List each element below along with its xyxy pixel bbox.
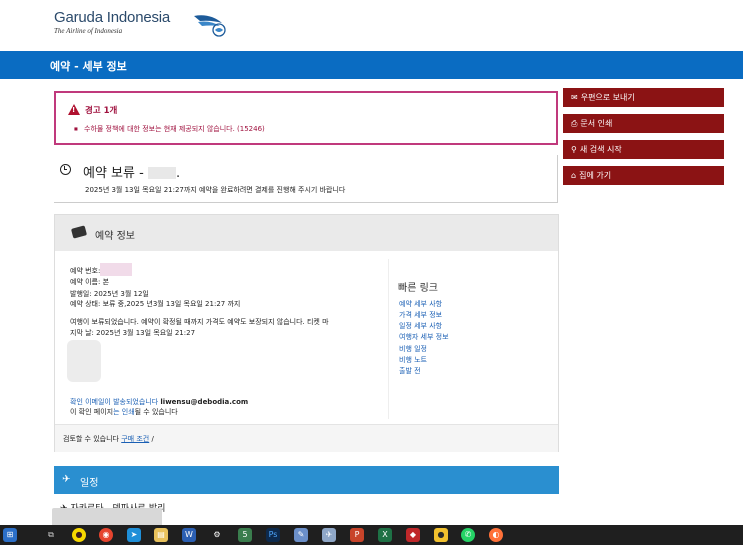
booking-info-header: 예약 정보 xyxy=(55,215,558,251)
app-icon[interactable]: ◆ xyxy=(406,528,420,542)
task-view-icon[interactable]: ⧉ xyxy=(44,528,58,542)
issue-date: 발행일: 2025년 3월 12일 xyxy=(70,290,149,298)
file-explorer-icon[interactable]: ▤ xyxy=(154,528,168,542)
app-icon[interactable]: ● xyxy=(434,528,448,542)
print-link[interactable]: 는 인쇄 xyxy=(113,408,135,416)
warning-icon xyxy=(68,104,80,115)
airplane-icon: ✈ xyxy=(62,474,71,485)
print-confirmation: 이 확인 페이지는 인쇄될 수 있습니다 xyxy=(70,407,178,417)
notepad-icon[interactable]: ✎ xyxy=(294,528,308,542)
print-line-suffix: 될 수 있습니다 xyxy=(134,408,178,416)
go-home-label: 집에 가기 xyxy=(579,171,612,180)
quick-link-flight-notes[interactable]: 비행 노트 xyxy=(399,355,427,365)
send-by-mail-button[interactable]: ✉ 우편으로 보내기 xyxy=(563,88,724,107)
ticket-icon xyxy=(70,225,88,239)
word-icon[interactable]: W xyxy=(182,528,196,542)
quick-links-divider xyxy=(388,259,389,419)
alert-title-text: 경고 1개 xyxy=(85,106,118,116)
send-by-mail-label: 우편으로 보내기 xyxy=(580,93,635,102)
search-icon: ⚲ xyxy=(571,145,577,154)
app-icon[interactable]: 5 xyxy=(238,528,252,542)
booking-info-panel: 예약 정보 예약 번호: 예약 이름: 본 발행일: 2025년 3월 12일 … xyxy=(54,214,559,452)
print-document-label: 문서 인쇄 xyxy=(580,119,613,128)
windows-taskbar: ⊞ ⧉ ● ◉ ➤ ▤ W ⚙ 5 Ps ✎ ✈ P X ◆ ● ✆ ◐ xyxy=(0,525,743,545)
airline-logo[interactable]: Garuda Indonesia The Airline of Indonesi… xyxy=(54,9,226,37)
quick-link-traveler-details[interactable]: 여행자 세부 정보 xyxy=(399,332,449,342)
email-confirmation: 확인 이메일이 발송되었습니다 liwensu@debodia.com xyxy=(70,397,248,407)
quick-link-booking-details[interactable]: 예약 세부 사항 xyxy=(399,299,442,309)
app-icon[interactable]: ➤ xyxy=(127,528,141,542)
email-address: liwensu@debodia.com xyxy=(160,398,249,406)
email-confirmation-link[interactable]: 확인 이메일이 발송되었습니다 xyxy=(70,398,158,406)
chrome-icon[interactable]: ◉ xyxy=(99,528,113,542)
redacted-booking-number xyxy=(100,263,133,276)
quick-links-title: 빠른 링크 xyxy=(398,283,438,294)
clock-icon xyxy=(60,164,71,175)
app-icon[interactable]: ✈ xyxy=(322,528,336,542)
powerpoint-icon[interactable]: P xyxy=(350,528,364,542)
quick-link-before-departure[interactable]: 출발 전 xyxy=(399,366,421,376)
booking-status-section: 예약 보류 - . 2025년 3월 13일 목요일 21:27까지 예약을 완… xyxy=(54,155,558,203)
home-icon: ⌂ xyxy=(571,171,577,180)
booking-number: 예약 번호: xyxy=(70,263,133,276)
quick-link-price-details[interactable]: 가격 세부 정보 xyxy=(399,310,442,320)
booking-info-header-text: 예약 정보 xyxy=(95,231,135,242)
booking-name: 예약 이름: 본 xyxy=(70,278,110,286)
alert-message: 수하물 정책에 대한 정보는 현재 제공되지 않습니다. (15246) xyxy=(74,124,265,134)
redacted-passenger-image xyxy=(67,340,101,382)
hold-notice-line-1: 여행이 보류되었습니다. 예약이 확정될 때까지 가격도 예약도 보장되지 않습… xyxy=(70,318,329,326)
print-document-button[interactable]: ⎙ 문서 인쇄 xyxy=(563,114,724,133)
terms-prefix: 검토할 수 있습니다 xyxy=(63,435,119,443)
whatsapp-icon[interactable]: ✆ xyxy=(461,528,475,542)
firefox-icon[interactable]: ◐ xyxy=(489,528,503,542)
envelope-icon: ✉ xyxy=(571,93,578,102)
new-search-label: 새 검색 시작 xyxy=(579,145,622,154)
quick-link-itinerary-details[interactable]: 일정 세부 사항 xyxy=(399,321,442,331)
alert-title: 경고 1개 xyxy=(68,104,117,116)
page-title: 예약 - 세부 정보 xyxy=(50,60,127,73)
booking-number-label: 예약 번호: xyxy=(70,267,101,275)
start-icon[interactable]: ⊞ xyxy=(3,528,17,542)
booking-status-title-text: 예약 보류 - xyxy=(83,166,144,181)
redacted-booking-code xyxy=(147,167,176,179)
hold-notice-line-2: 지막 날: 2025년 3월 13일 목요일 21:27 xyxy=(70,329,196,337)
settings-icon[interactable]: ⚙ xyxy=(210,528,224,542)
booking-status-title: 예약 보류 - . xyxy=(83,162,180,181)
itinerary-header[interactable]: ✈ 일정 xyxy=(54,466,559,494)
booking-state: 예약 상태: 보류 중,2025 년3월 13일 목요일 21:27 까지 xyxy=(70,300,241,308)
booking-status-note: 2025년 3월 13일 목요일 21:27까지 예약을 완료하려면 결제를 진… xyxy=(85,186,346,194)
logo-tagline: The Airline of Indonesia xyxy=(54,27,123,35)
printer-icon: ⎙ xyxy=(571,119,578,128)
excel-icon[interactable]: X xyxy=(378,528,392,542)
go-home-button[interactable]: ⌂ 집에 가기 xyxy=(563,166,724,185)
itinerary-header-text: 일정 xyxy=(80,478,99,489)
booking-status-title-suffix: . xyxy=(175,166,181,181)
logo-name: Garuda Indonesia xyxy=(54,9,171,26)
terms-footer: 검토할 수 있습니다 구매 조건 / xyxy=(55,424,558,452)
new-search-button[interactable]: ⚲ 새 검색 시작 xyxy=(563,140,724,159)
quick-link-flight-schedule[interactable]: 비행 일정 xyxy=(399,344,427,354)
purchase-terms-link[interactable]: 구매 조건 xyxy=(121,435,149,443)
terms-suffix: / xyxy=(151,435,154,443)
page-title-bar: 예약 - 세부 정보 xyxy=(0,51,743,79)
photoshop-icon[interactable]: Ps xyxy=(266,528,280,542)
warning-alert: 경고 1개 수하물 정책에 대한 정보는 현재 제공되지 않습니다. (1524… xyxy=(54,91,558,145)
kakaotalk-icon[interactable]: ● xyxy=(72,528,86,542)
garuda-bird-icon xyxy=(194,15,226,37)
print-line-prefix: 이 확인 페이지 xyxy=(70,408,114,416)
